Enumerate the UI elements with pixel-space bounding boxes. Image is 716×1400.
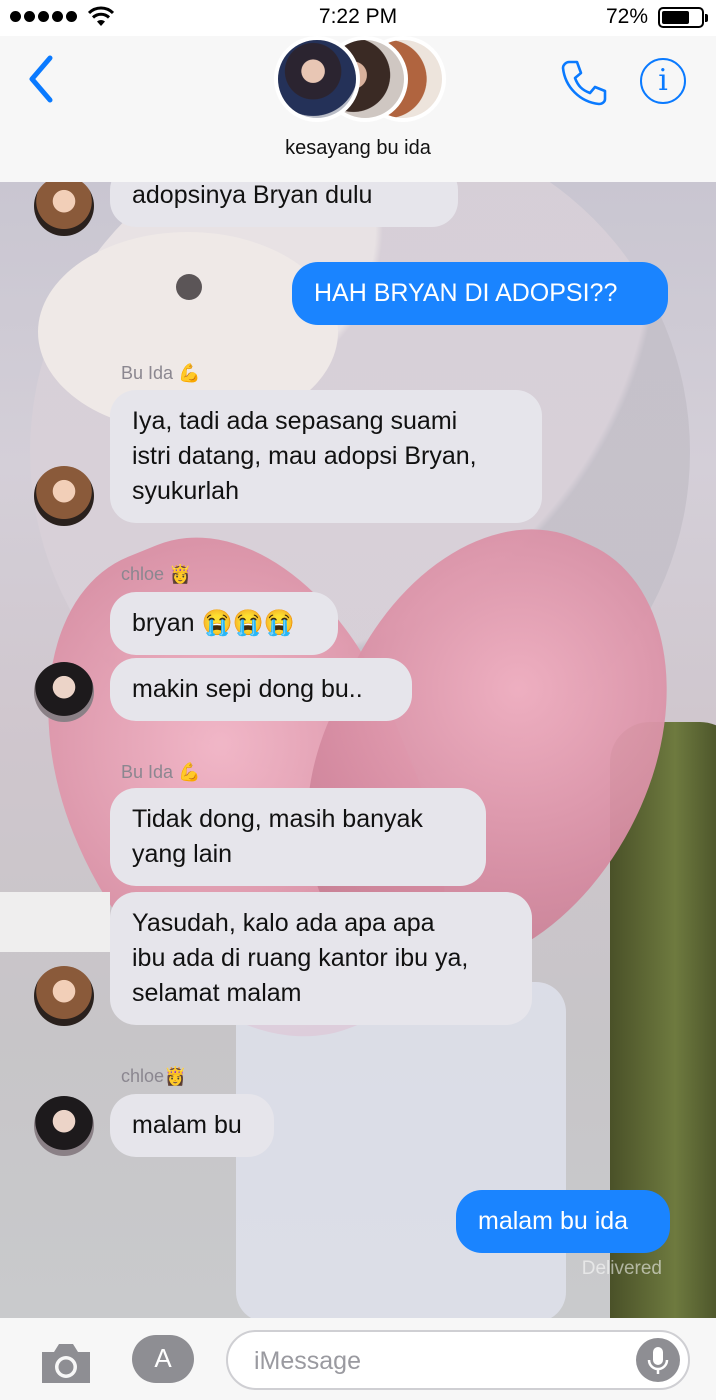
avatar <box>274 36 360 122</box>
conversation-header: kesayang bu ida i <box>0 36 716 182</box>
sender-label: chloe👸 <box>121 1066 187 1086</box>
battery-icon <box>658 7 708 28</box>
avatar[interactable] <box>34 966 94 1026</box>
message-input-field[interactable] <box>254 1347 634 1376</box>
message-bubble-incoming[interactable]: makin sepi dong bu.. <box>110 658 412 721</box>
avatar[interactable] <box>34 182 94 236</box>
message-bubble-incoming[interactable]: Tidak dong, masih banyak yang lain <box>110 788 486 886</box>
message-bubble-incoming[interactable]: adopsinya Bryan dulu <box>110 182 458 227</box>
delivery-status: Delivered <box>581 1258 662 1279</box>
compose-bar: A <box>0 1318 716 1400</box>
sender-label: chloe 👸 <box>121 564 192 584</box>
message-bubble-incoming[interactable]: malam bu <box>110 1094 274 1157</box>
conversation-title[interactable]: kesayang bu ida <box>0 137 716 160</box>
message-bubble-incoming[interactable]: bryan 😭😭😭 <box>110 592 338 655</box>
sender-label: Bu Ida 💪 <box>121 363 201 383</box>
message-bubble-incoming[interactable]: Iya, tadi ada sepasang suami istri datan… <box>110 390 542 523</box>
message-bubble-incoming[interactable]: Yasudah, kalo ada apa apa ibu ada di rua… <box>110 892 532 1025</box>
camera-icon[interactable] <box>38 1340 94 1386</box>
sender-label: Bu Ida 💪 <box>121 762 201 782</box>
avatar[interactable] <box>34 1096 94 1156</box>
message-bubble-outgoing[interactable]: HAH BRYAN DI ADOPSI?? <box>292 262 668 325</box>
status-bar: 7:22 PM 72% <box>0 0 716 36</box>
group-avatars[interactable] <box>270 36 450 126</box>
microphone-icon[interactable] <box>636 1338 680 1382</box>
avatar[interactable] <box>34 662 94 722</box>
back-chevron-icon[interactable] <box>24 54 58 104</box>
avatar[interactable] <box>34 466 94 526</box>
app-store-icon[interactable]: A <box>132 1335 194 1383</box>
message-input[interactable] <box>226 1330 690 1390</box>
message-bubble-outgoing[interactable]: malam bu ida <box>456 1190 670 1253</box>
battery-percentage: 72% <box>605 5 648 28</box>
message-list[interactable]: adopsinya Bryan dulu HAH BRYAN DI ADOPSI… <box>0 182 716 1318</box>
phone-call-icon[interactable] <box>560 58 608 106</box>
info-icon[interactable]: i <box>640 58 686 104</box>
